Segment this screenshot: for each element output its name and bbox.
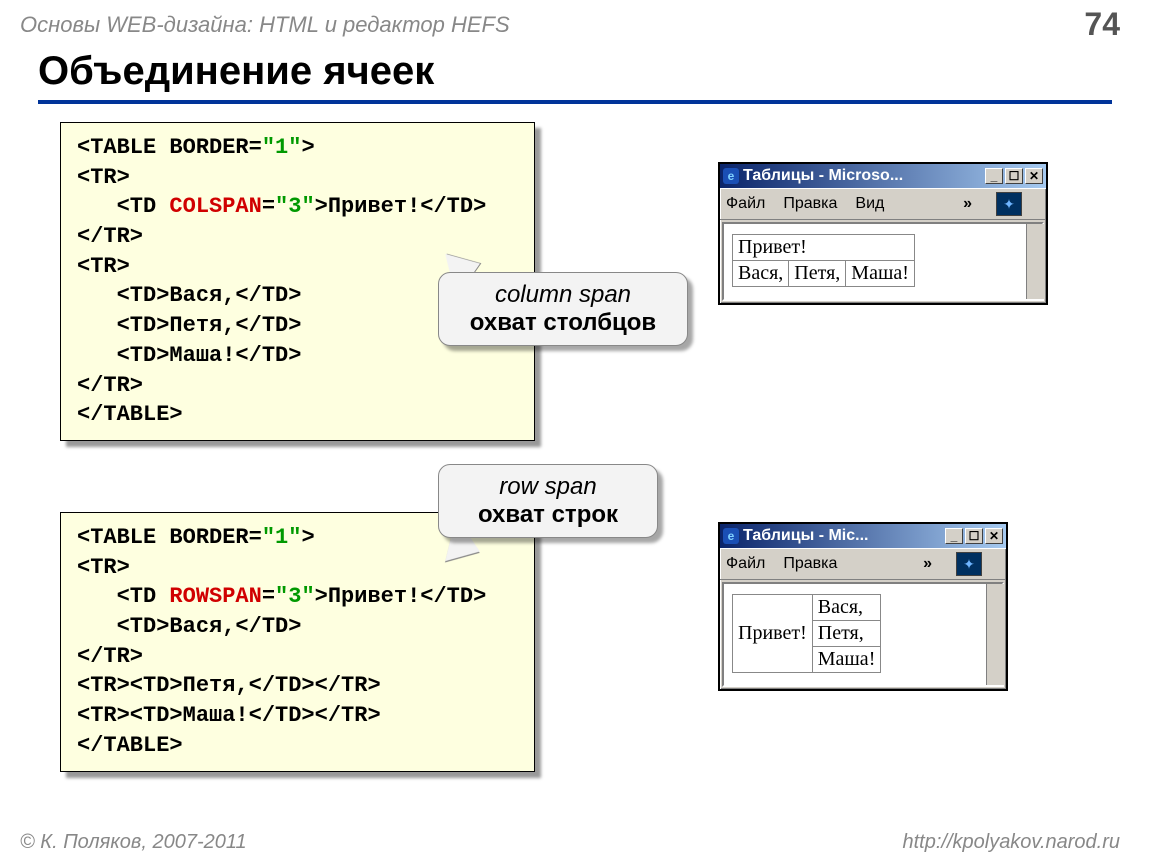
copyright: © К. Поляков, 2007-2011 (20, 831, 247, 854)
close-button[interactable]: ✕ (1025, 168, 1043, 184)
cell: Привет! (733, 235, 915, 261)
menu-more-icon[interactable]: » (923, 555, 932, 573)
menu-file[interactable]: Файл (726, 195, 765, 213)
result-table: Привет! Вася, Петя, Маша! (732, 234, 915, 287)
cell: Привет! (733, 595, 813, 673)
course-title: Основы WEB-дизайна: HTML и редактор HEFS (20, 12, 510, 38)
footer-url: http://kpolyakov.narod.ru (902, 831, 1120, 854)
minimize-button[interactable]: _ (945, 528, 963, 544)
callout-line1: column span (495, 281, 631, 308)
browser-window-colspan: e Таблицы - Microso... _ ☐ ✕ Файл Правка… (718, 162, 1048, 305)
result-table: Привет! Вася, Петя, Маша! (732, 594, 881, 673)
cell: Маша! (812, 647, 881, 673)
browser-window-rowspan: e Таблицы - Mic... _ ☐ ✕ Файл Правка » ✦… (718, 522, 1008, 691)
menu-more-icon[interactable]: » (963, 195, 972, 213)
callout-line2: охват столбцов (470, 309, 656, 336)
ie-icon: e (723, 528, 739, 544)
page-number: 74 (1084, 6, 1120, 43)
cell: Петя, (812, 621, 881, 647)
throbber-icon: ✦ (996, 192, 1022, 216)
menu-view[interactable]: Вид (855, 195, 884, 213)
menu-edit[interactable]: Правка (783, 555, 837, 573)
menu-edit[interactable]: Правка (783, 195, 837, 213)
callout-colspan: column span охват столбцов (438, 272, 688, 346)
maximize-button[interactable]: ☐ (1005, 168, 1023, 184)
cell: Вася, (733, 261, 789, 287)
cell: Петя, (789, 261, 846, 287)
minimize-button[interactable]: _ (985, 168, 1003, 184)
menu-file[interactable]: Файл (726, 555, 765, 573)
callout-line1: row span (499, 473, 596, 500)
cell: Маша! (846, 261, 915, 287)
slide-title: Объединение ячеек (38, 49, 1112, 104)
ie-icon: e (723, 168, 739, 184)
callout-line2: охват строк (478, 501, 618, 528)
window-title: Таблицы - Mic... (743, 527, 943, 545)
maximize-button[interactable]: ☐ (965, 528, 983, 544)
throbber-icon: ✦ (956, 552, 982, 576)
close-button[interactable]: ✕ (985, 528, 1003, 544)
window-title: Таблицы - Microso... (743, 167, 983, 185)
cell: Вася, (812, 595, 881, 621)
scrollbar[interactable] (986, 584, 1004, 685)
callout-rowspan: row span охват строк (438, 464, 658, 538)
scrollbar[interactable] (1026, 224, 1044, 299)
